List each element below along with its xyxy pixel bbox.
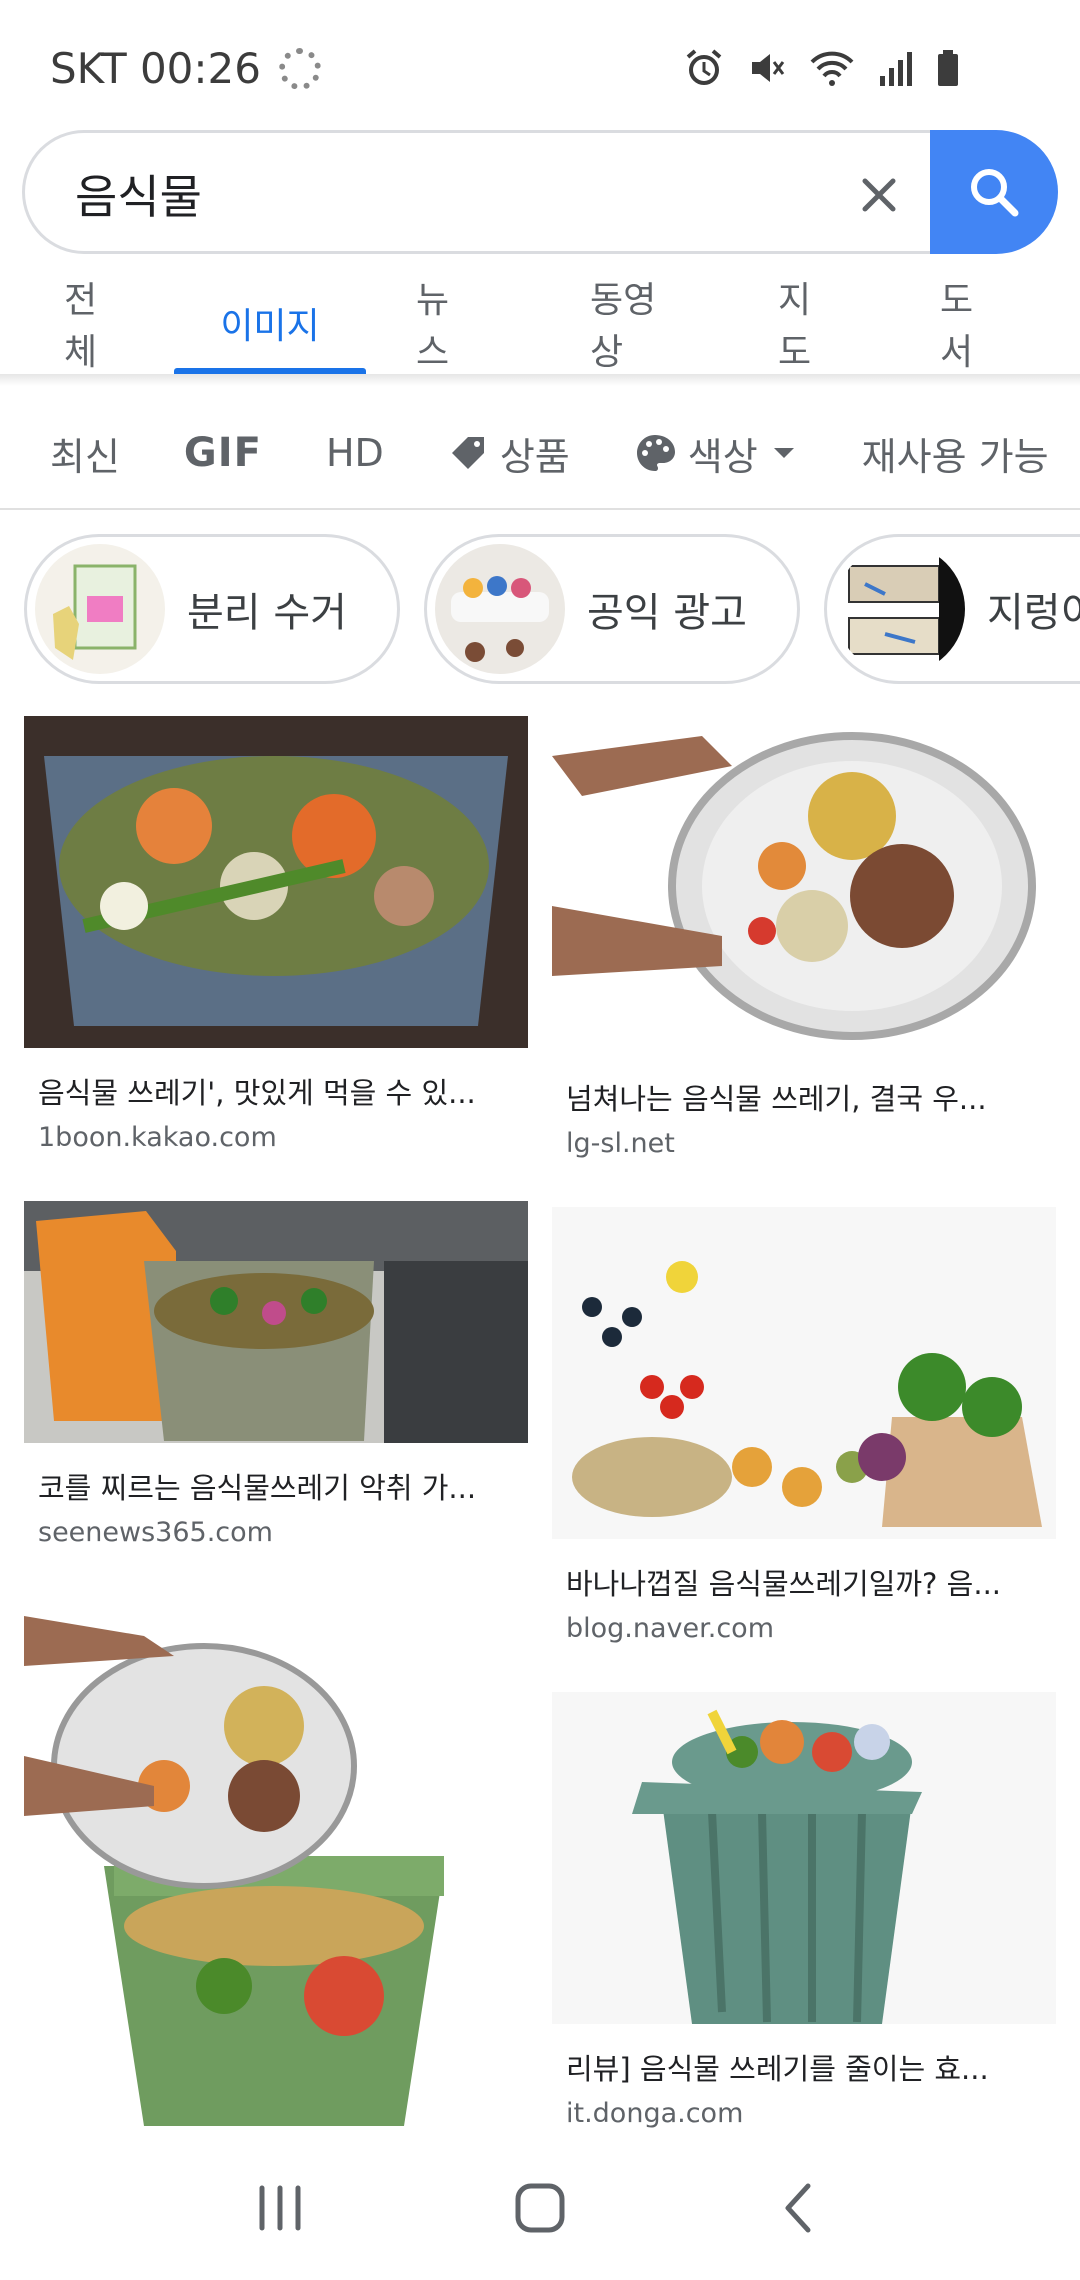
results-column-left: 음식물 쓰레기', 맛있게 먹을 수 있... 1boon.kakao.com … <box>24 716 528 2196</box>
result-source: lg-sl.net <box>566 1128 675 1159</box>
chevron-down-icon <box>773 448 794 458</box>
tab-label: 전체 <box>64 280 98 373</box>
clear-button[interactable] <box>845 161 913 229</box>
result-source: seenews365.com <box>38 1517 273 1548</box>
wifi-icon <box>810 51 854 86</box>
sync-icon <box>278 47 321 90</box>
tabs-shadow <box>0 374 1080 386</box>
recent-apps-button[interactable] <box>235 2163 325 2253</box>
result-card[interactable]: 바나나껍질 음식물쓰레기일까? 음... blog.naver.com <box>552 1207 1056 1644</box>
search-box <box>22 130 942 254</box>
related-chip-earthworm[interactable]: 지렁이 <box>824 534 1080 684</box>
filter-recent[interactable]: 최신 <box>50 426 120 481</box>
result-card[interactable]: 넘쳐나는 음식물 쓰레기, 결국 우... lg-sl.net <box>552 716 1056 1159</box>
status-left: SKT 00:26 <box>50 44 321 93</box>
carrier-time: SKT 00:26 <box>50 44 261 93</box>
tab-label: 이미지 <box>220 306 320 347</box>
related-thumbnail <box>35 544 165 674</box>
related-chip-label: 지렁이 <box>987 590 1080 636</box>
related-thumbnail <box>435 544 565 674</box>
result-source: 1boon.kakao.com <box>38 1122 277 1153</box>
filter-label: HD <box>325 431 384 475</box>
result-card[interactable]: 음식물 쓰레기', 맛있게 먹을 수 있... 1boon.kakao.com <box>24 716 528 1153</box>
tag-icon <box>451 437 484 469</box>
filter-label: GIF <box>183 430 262 476</box>
search-tabs: 전체 이미지 뉴스 동영상 지도 도서 <box>0 272 1080 374</box>
palette-icon <box>636 435 675 471</box>
search-button[interactable] <box>930 130 1058 254</box>
home-icon <box>515 2183 565 2233</box>
filter-label: 색상 <box>687 434 758 479</box>
result-title[interactable]: 음식물 쓰레기', 맛있게 먹을 수 있... <box>38 1070 518 1112</box>
filter-label: 재사용 가능 <box>861 434 1049 479</box>
results-column-right: 넘쳐나는 음식물 쓰레기, 결국 우... lg-sl.net 바나나껍질 음식… <box>552 716 1056 2177</box>
tab-images[interactable]: 이미지 <box>174 272 366 374</box>
tab-label: 지도 <box>778 280 812 373</box>
tab-label: 뉴스 <box>416 280 450 373</box>
result-title[interactable]: 리뷰] 음식물 쓰레기를 줄이는 효... <box>566 2046 1046 2088</box>
status-bar: SKT 00:26 <box>0 0 1080 130</box>
filter-label: 상품 <box>499 434 570 479</box>
result-source: blog.naver.com <box>566 1613 774 1644</box>
result-card[interactable]: 코를 찌르는 음식물쓰레기 악취 가... seenews365.com <box>24 1201 528 1548</box>
search-icon <box>971 169 1019 217</box>
close-icon <box>862 178 896 212</box>
back-button[interactable] <box>755 2163 845 2253</box>
filter-gif[interactable]: GIF <box>184 430 262 476</box>
tab-label: 도서 <box>940 280 974 373</box>
tab-label: 동영상 <box>590 280 657 373</box>
related-chip-public-ad[interactable]: 공익 광고 <box>424 534 800 684</box>
result-title[interactable]: 코를 찌르는 음식물쓰레기 악취 가... <box>38 1465 518 1507</box>
alarm-icon <box>686 49 722 85</box>
search-input[interactable] <box>75 159 835 229</box>
related-chip-label: 분리 수거 <box>187 590 347 636</box>
battery-icon <box>938 50 958 86</box>
tab-books[interactable]: 도서 <box>940 272 1006 374</box>
result-image[interactable] <box>24 716 528 1048</box>
mute-icon <box>752 54 785 82</box>
result-card[interactable] <box>24 1596 528 2148</box>
tab-videos[interactable]: 동영상 <box>590 272 686 374</box>
filters-divider <box>0 508 1080 510</box>
filter-hd[interactable]: HD <box>326 431 384 475</box>
result-image[interactable] <box>552 1207 1056 1539</box>
back-icon <box>785 2183 811 2233</box>
related-searches: 분리 수거 공익 광고 지렁이 <box>0 534 1080 686</box>
result-image[interactable] <box>552 716 1056 1054</box>
result-card[interactable]: 리뷰] 음식물 쓰레기를 줄이는 효... it.donga.com <box>552 1692 1056 2129</box>
result-title[interactable]: 바나나껍질 음식물쓰레기일까? 음... <box>566 1561 1046 1603</box>
related-thumbnail <box>835 544 965 674</box>
filter-color[interactable]: 색상 <box>634 426 798 481</box>
system-nav-bar <box>0 2136 1080 2280</box>
result-source: it.donga.com <box>566 2098 744 2129</box>
related-chip-label: 공익 광고 <box>587 590 747 636</box>
result-title[interactable]: 넘쳐나는 음식물 쓰레기, 결국 우... <box>566 1076 1046 1118</box>
filter-product[interactable]: 상품 <box>448 426 570 481</box>
tab-all[interactable]: 전체 <box>64 272 130 374</box>
filter-bar: 최신 GIF HD 상품 색상 재사용 가능 <box>0 396 1080 510</box>
tab-maps[interactable]: 지도 <box>778 272 844 374</box>
filter-reuse[interactable]: 재사용 가능 <box>862 426 1049 481</box>
recent-apps-icon <box>259 2185 301 2231</box>
search-bar <box>22 130 1058 254</box>
result-image[interactable] <box>24 1201 528 1443</box>
filter-label: 최신 <box>50 434 120 479</box>
signal-icon <box>880 52 912 86</box>
status-icons <box>684 48 960 88</box>
result-image[interactable] <box>552 1692 1056 2024</box>
home-button[interactable] <box>495 2163 585 2253</box>
related-chip-recycling[interactable]: 분리 수거 <box>24 534 400 684</box>
result-image[interactable] <box>24 1596 528 2126</box>
tab-news[interactable]: 뉴스 <box>416 272 482 374</box>
